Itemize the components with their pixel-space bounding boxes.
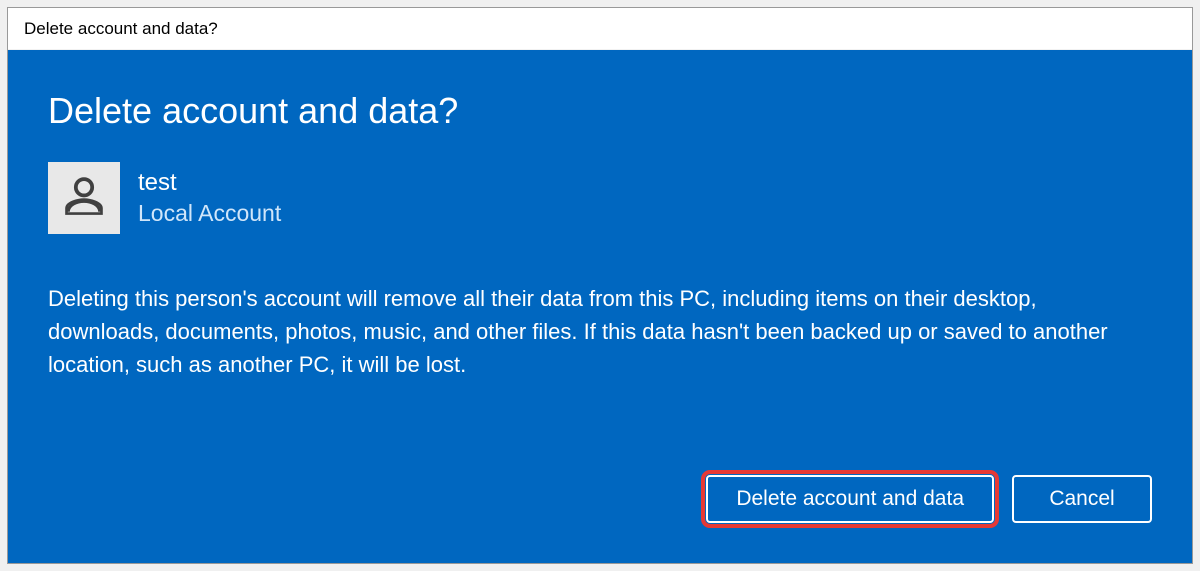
dialog-body: Delete account and data? test Local Acco… [8, 50, 1192, 563]
delete-account-dialog: Delete account and data? Delete account … [7, 7, 1193, 564]
account-type: Local Account [138, 200, 281, 228]
user-icon [63, 175, 105, 222]
warning-text: Deleting this person's account will remo… [48, 282, 1128, 381]
dialog-heading: Delete account and data? [48, 90, 1152, 132]
button-row: Delete account and data Cancel [48, 475, 1152, 533]
avatar [48, 162, 120, 234]
account-info: test Local Account [48, 162, 1152, 234]
account-name: test [138, 169, 281, 198]
account-details: test Local Account [138, 169, 281, 227]
cancel-button[interactable]: Cancel [1012, 475, 1152, 523]
delete-account-button[interactable]: Delete account and data [706, 475, 994, 523]
window-title: Delete account and data? [24, 19, 218, 39]
title-bar: Delete account and data? [8, 8, 1192, 50]
